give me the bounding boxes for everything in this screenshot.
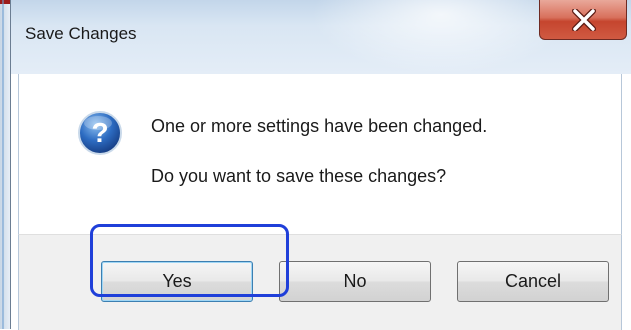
dialog-content: ? One or more settings have been changed… [18,74,622,234]
dialog-title: Save Changes [25,24,137,43]
close-button[interactable] [539,0,627,40]
no-button[interactable]: No [279,261,431,302]
message-line-2: Do you want to save these changes? [151,166,447,186]
save-changes-dialog: Save Changes ? One or more settings have… [10,0,631,330]
yes-button[interactable]: Yes [101,261,253,302]
message-line-1: One or more settings have been changed. [151,116,488,136]
title-bar-glow [311,0,571,74]
svg-text:?: ? [91,117,108,148]
button-bar: Yes No Cancel [18,234,622,330]
title-bar[interactable]: Save Changes [11,0,631,74]
background-window-edge [0,0,10,329]
background-line [2,0,4,329]
close-x-icon [572,9,596,31]
question-icon: ? [78,111,122,155]
cancel-button[interactable]: Cancel [457,261,609,302]
